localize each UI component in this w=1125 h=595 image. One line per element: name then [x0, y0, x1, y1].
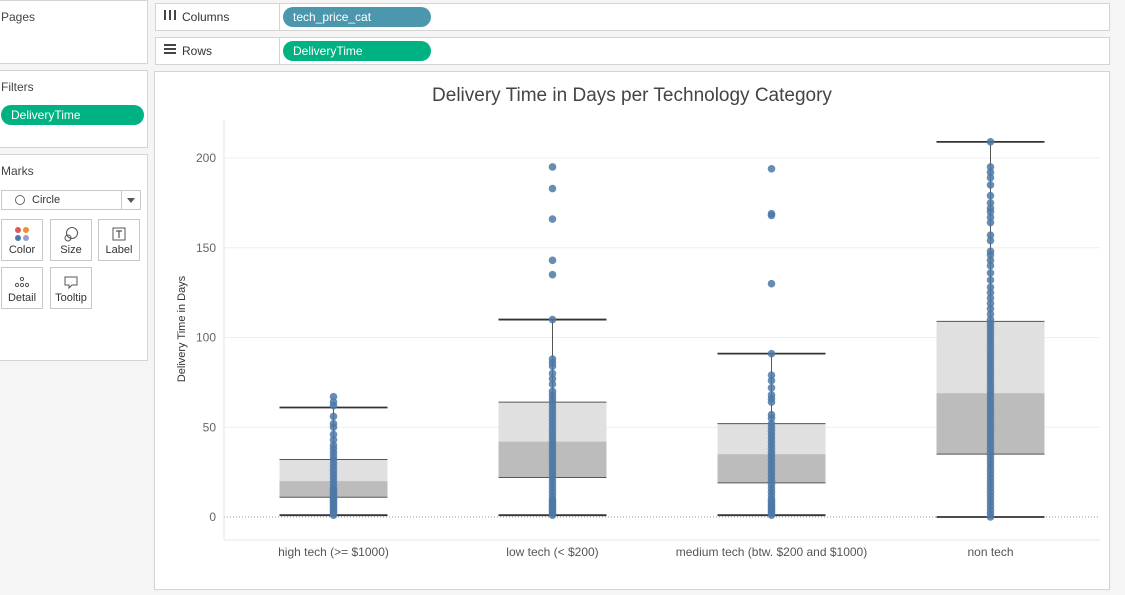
- data-point: [767, 209, 776, 218]
- data-point: [548, 215, 557, 223]
- data-point: [548, 315, 557, 324]
- data-point: [986, 231, 995, 239]
- box-plot-chart[interactable]: 0 50 100 150 200 Delivery Time in Days high te…: [0, 0, 1125, 595]
- data-point: [767, 349, 776, 358]
- data-point: [767, 371, 776, 379]
- x-tick-label: non tech: [967, 545, 1013, 559]
- data-point: [548, 369, 557, 378]
- data-point: [986, 199, 995, 207]
- data-point: [548, 184, 557, 193]
- data-point: [329, 430, 338, 439]
- y-tick-label: 200: [196, 151, 216, 165]
- data-point: [548, 256, 557, 265]
- data-point: [767, 410, 776, 419]
- y-tick-label: 100: [196, 331, 216, 345]
- data-point: [767, 279, 776, 288]
- data-point: [986, 191, 995, 200]
- data-point: [986, 138, 995, 146]
- data-point: [986, 283, 995, 292]
- data-point: [548, 163, 557, 171]
- data-point: [548, 355, 557, 363]
- data-point: [767, 164, 776, 173]
- y-tick-label: 0: [209, 510, 216, 524]
- y-tick-label: 50: [203, 420, 217, 434]
- x-tick-label: medium tech (btw. $200 and $1000): [676, 545, 867, 559]
- data-point: [986, 181, 995, 189]
- data-point: [548, 270, 557, 279]
- data-point: [329, 392, 338, 401]
- data-point: [767, 391, 776, 399]
- y-tick-label: 150: [196, 241, 216, 255]
- data-point: [329, 412, 338, 421]
- data-point: [986, 247, 995, 256]
- data-point: [548, 387, 557, 396]
- x-tick-label: high tech (>= $1000): [278, 545, 389, 559]
- data-point: [767, 383, 776, 392]
- x-tick-label: low tech (< $200): [506, 545, 598, 559]
- data-point: [986, 269, 995, 277]
- data-point: [986, 276, 995, 284]
- data-point: [329, 419, 338, 428]
- data-point: [986, 163, 995, 171]
- y-axis-title: Delivery Time in Days: [176, 275, 188, 382]
